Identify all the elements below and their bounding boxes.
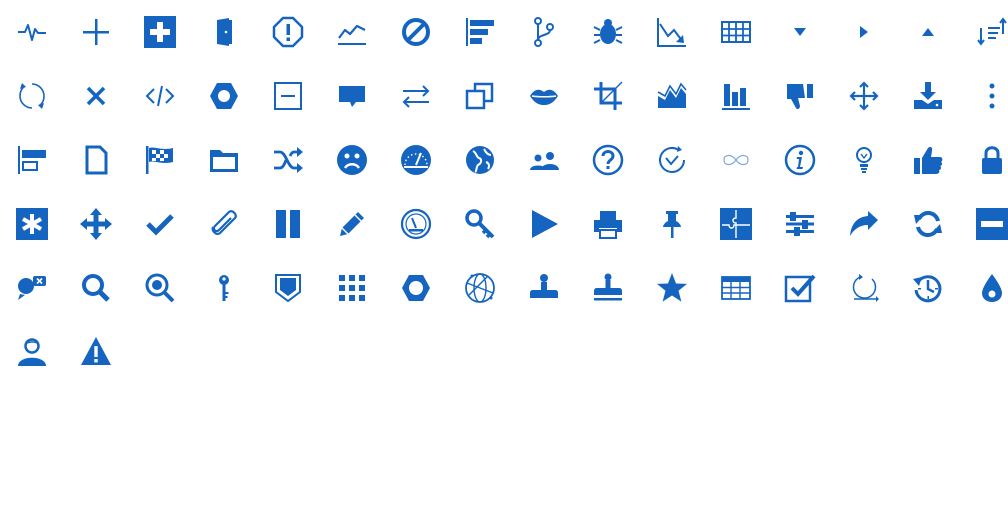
caret-right-icon <box>844 12 884 52</box>
caret-up-icon <box>908 12 948 52</box>
line-chart-icon <box>332 12 372 52</box>
key-vertical-icon <box>204 268 244 308</box>
check-circle-icon <box>652 140 692 180</box>
hexagon-gear-icon <box>204 76 244 116</box>
close-icon <box>76 76 116 116</box>
checkered-flag-icon <box>140 140 180 180</box>
branch-icon <box>524 12 564 52</box>
crop-icon <box>588 76 628 116</box>
circle-arrow-icon <box>844 268 884 308</box>
sad-face-icon <box>332 140 372 180</box>
chat-close-icon <box>12 268 52 308</box>
star-icon <box>652 268 692 308</box>
pushpin-icon <box>652 204 692 244</box>
puzzle-icon <box>716 204 756 244</box>
gauge-icon <box>396 204 436 244</box>
key-icon <box>460 204 500 244</box>
chart-down-icon <box>652 12 692 52</box>
caret-down-icon <box>780 12 820 52</box>
sync-icon <box>908 204 948 244</box>
align-left-frame-icon <box>12 140 52 180</box>
icon-grid <box>0 0 1008 512</box>
play-icon <box>524 204 564 244</box>
plus-icon <box>76 12 116 52</box>
pencil-icon <box>332 204 372 244</box>
grid-table-icon <box>716 12 756 52</box>
exchange-icon <box>396 76 436 116</box>
code-icon <box>140 76 180 116</box>
users-icon <box>524 140 564 180</box>
user-icon <box>12 332 52 372</box>
warning-icon <box>76 332 116 372</box>
lips-icon <box>524 76 564 116</box>
globe-network-icon <box>460 268 500 308</box>
file-icon <box>76 140 116 180</box>
stamp-underline-icon <box>588 268 628 308</box>
bar-chart-icon <box>716 76 756 116</box>
pause-icon <box>268 204 308 244</box>
hexagon-icon <box>396 268 436 308</box>
align-left-bars-icon <box>460 12 500 52</box>
table-icon <box>716 268 756 308</box>
stamp-icon <box>524 268 564 308</box>
pulse-icon <box>12 12 52 52</box>
minus-box-icon <box>972 204 1008 244</box>
drop-icon <box>972 268 1008 308</box>
speedometer-icon <box>396 140 436 180</box>
more-vertical-icon <box>972 76 1008 116</box>
infinity-icon <box>716 140 756 180</box>
thumbs-down-icon <box>780 76 820 116</box>
sort-icon <box>972 12 1008 52</box>
thumbs-up-icon <box>908 140 948 180</box>
sliders-icon <box>780 204 820 244</box>
bug-icon <box>588 12 628 52</box>
area-chart-icon <box>652 76 692 116</box>
checkbox-icon <box>780 268 820 308</box>
search-focus-icon <box>140 268 180 308</box>
share-icon <box>844 204 884 244</box>
grid-icon <box>332 268 372 308</box>
refresh-circle-icon <box>12 76 52 116</box>
lock-icon <box>972 140 1008 180</box>
ban-icon <box>396 12 436 52</box>
info-circle-icon <box>780 140 820 180</box>
move-icon <box>76 204 116 244</box>
download-tray-icon <box>908 76 948 116</box>
search-icon <box>76 268 116 308</box>
checkmark-icon <box>140 204 180 244</box>
door-icon <box>204 12 244 52</box>
minus-square-icon <box>268 76 308 116</box>
clone-icon <box>460 76 500 116</box>
move-arrows-icon <box>844 76 884 116</box>
badge-icon <box>268 268 308 308</box>
paperclip-icon <box>204 204 244 244</box>
print-icon <box>588 204 628 244</box>
comment-icon <box>332 76 372 116</box>
globe-icon <box>460 140 500 180</box>
question-circle-icon <box>588 140 628 180</box>
lightbulb-icon <box>844 140 884 180</box>
folder-open-icon <box>204 140 244 180</box>
asterisk-square-icon <box>12 204 52 244</box>
exclamation-octagon-icon <box>268 12 308 52</box>
plus-square-icon <box>140 12 180 52</box>
shuffle-icon <box>268 140 308 180</box>
history-icon <box>908 268 948 308</box>
